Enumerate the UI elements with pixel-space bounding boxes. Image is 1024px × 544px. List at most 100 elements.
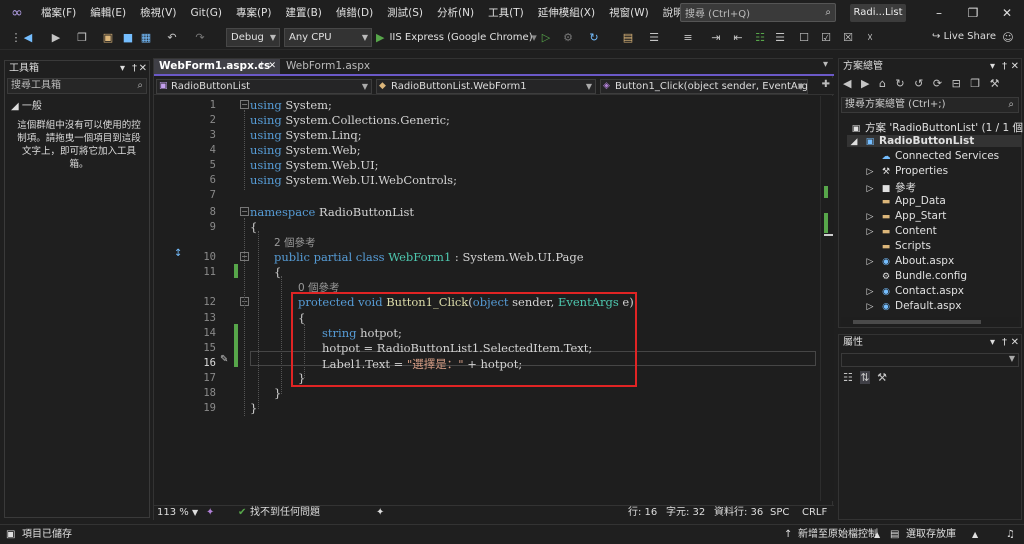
code-line-8[interactable]: namespace RadioButtonList: [250, 205, 414, 219]
restore-icon[interactable]: ❐: [956, 0, 990, 26]
refresh-icon[interactable]: ⟳: [933, 77, 942, 90]
show-all-icon[interactable]: ❐: [970, 77, 980, 90]
tab-webform1-aspx[interactable]: WebForm1.aspx: [281, 59, 375, 74]
code-line-5[interactable]: using System.Web.UI;: [250, 158, 379, 172]
pin-icon[interactable]: †: [1002, 335, 1007, 351]
editor-scrollbar[interactable]: [820, 96, 834, 501]
bookmark-next-icon[interactable]: ☒: [840, 30, 856, 46]
code-line-11[interactable]: {: [274, 265, 281, 279]
cleanup-icon[interactable]: ✦: [376, 506, 384, 520]
panel-menu-icon[interactable]: ▾: [990, 335, 995, 351]
menu-file[interactable]: 檔案(F): [34, 0, 83, 26]
code-line-9[interactable]: {: [250, 220, 257, 234]
clear-bookmark-icon[interactable]: ☓: [862, 30, 878, 46]
properties-object-select[interactable]: ▼: [841, 353, 1019, 367]
chevron-down-icon[interactable]: ▼: [192, 506, 198, 520]
collapse-all-icon[interactable]: ⊟: [952, 77, 961, 90]
tab-webform1-cs[interactable]: WebForm1.aspx.cs † ✕: [154, 59, 280, 74]
code-line-2[interactable]: using System.Collections.Generic;: [250, 113, 450, 127]
comment-icon[interactable]: ≡: [680, 30, 696, 46]
forward-icon[interactable]: ▶: [861, 77, 869, 90]
add-source-control-button[interactable]: 新增至原始檔控制: [798, 525, 878, 544]
line-ending-mode[interactable]: CRLF: [802, 506, 827, 520]
home-icon[interactable]: ⌂: [879, 77, 886, 90]
tab-list-icon[interactable]: ▾: [823, 59, 828, 70]
code-line-19[interactable]: }: [250, 401, 257, 415]
minimize-icon[interactable]: –: [922, 0, 956, 26]
tree-item[interactable]: ▷ ■ 參考: [863, 180, 916, 195]
toolbox-search-input[interactable]: 搜尋工具箱 ⌕: [7, 78, 147, 94]
folder-icon[interactable]: ▤: [620, 30, 636, 46]
pin-icon[interactable]: †: [132, 61, 137, 77]
chevron-up-icon[interactable]: ▲: [972, 525, 978, 544]
back-icon[interactable]: ◀: [20, 30, 36, 46]
scrollbar-thumb[interactable]: [853, 320, 981, 324]
code-line-6[interactable]: using System.Web.UI.WebControls;: [250, 173, 457, 187]
arrow-up-icon[interactable]: ↑: [784, 525, 792, 544]
tree-item[interactable]: ▷ ▬ App_Start: [863, 210, 947, 222]
config-select[interactable]: Debug ▼: [226, 28, 280, 47]
class-nav-select[interactable]: ◆ RadioButtonList.WebForm1 ▼: [376, 79, 596, 94]
panel-menu-icon[interactable]: ▾: [990, 59, 995, 75]
platform-select[interactable]: Any CPU ▼: [284, 28, 372, 47]
undo-icon[interactable]: ↶: [164, 30, 180, 46]
code-line-3[interactable]: using System.Linq;: [250, 128, 362, 142]
bookmark-icon[interactable]: ☐: [796, 30, 812, 46]
save-all-icon[interactable]: ▦: [138, 30, 154, 46]
tree-item[interactable]: ▷ ◉ About.aspx: [863, 255, 955, 267]
menu-edit[interactable]: 編輯(E): [83, 0, 133, 26]
menu-view[interactable]: 檢視(V): [133, 0, 183, 26]
panel-menu-icon[interactable]: ▾: [120, 61, 125, 77]
pin-icon[interactable]: †: [1002, 59, 1007, 75]
project-nav-select[interactable]: ▣ RadioButtonList ▼: [156, 79, 372, 94]
tree-item[interactable]: ▷ ▬ Content: [863, 225, 937, 237]
close-panel-icon[interactable]: ✕: [1011, 335, 1019, 351]
solution-node[interactable]: ▣ 方案 'RadioButtonList' (1 / 1 個: [849, 120, 1023, 135]
menu-test[interactable]: 測試(S): [380, 0, 430, 26]
menu-tools[interactable]: 工具(T): [481, 0, 531, 26]
menu-git[interactable]: Git(G): [183, 0, 229, 26]
code-line-4[interactable]: using System.Web;: [250, 143, 361, 157]
search-input[interactable]: 搜尋 (Ctrl+Q) ⌕: [680, 3, 836, 22]
menu-debug[interactable]: 偵錯(D): [329, 0, 380, 26]
collapse-icon[interactable]: −: [240, 100, 249, 109]
class-references-link[interactable]: 2 個參考: [274, 235, 316, 250]
pending-changes-icon[interactable]: ↺: [914, 77, 923, 90]
list-icon[interactable]: ☷: [752, 30, 768, 46]
override-marker-icon[interactable]: ↕: [174, 248, 182, 259]
close-icon[interactable]: ✕: [990, 0, 1024, 26]
project-node[interactable]: ◢ ▣ RadioButtonList: [847, 135, 1021, 147]
notifications-icon[interactable]: ♫: [1006, 525, 1015, 544]
menu-analyze[interactable]: 分析(N): [430, 0, 481, 26]
toolbox-group[interactable]: ◢ 一般: [11, 97, 42, 112]
live-share-button[interactable]: ↪ Live Share: [932, 28, 996, 46]
lines-icon[interactable]: ☰: [772, 30, 788, 46]
run-button[interactable]: ▶ IIS Express (Google Chrome): [376, 28, 533, 47]
tree-item[interactable]: ▷ ◉ Contact.aspx: [863, 285, 964, 297]
select-repo-button[interactable]: 選取存放庫: [906, 525, 956, 544]
new-project-icon[interactable]: ❐: [74, 30, 90, 46]
menu-window[interactable]: 視窗(W): [602, 0, 656, 26]
tree-item[interactable]: ⚙ Bundle.config: [879, 270, 967, 282]
split-icon[interactable]: ✚: [822, 79, 830, 90]
code-line-10[interactable]: public partial class WebForm1 : System.W…: [274, 250, 584, 264]
menu-build[interactable]: 建置(B): [278, 0, 328, 26]
wrench-icon[interactable]: ⚒: [990, 77, 1000, 90]
chevron-up-icon[interactable]: ▲: [874, 525, 880, 544]
issues-status[interactable]: 找不到任何問題: [250, 506, 320, 520]
horizontal-scrollbar[interactable]: [841, 317, 1019, 327]
pin-icon[interactable]: †: [260, 59, 265, 74]
sync-icon[interactable]: ↻: [895, 77, 904, 90]
tree-item[interactable]: ▷ ⚒ Properties: [863, 165, 949, 177]
attach-icon[interactable]: ⚙: [560, 30, 576, 46]
member-nav-select[interactable]: ◈ Button1_Click(object sender, EventArgs…: [600, 79, 808, 94]
close-icon[interactable]: ✕: [268, 59, 276, 74]
code-line-18[interactable]: }: [274, 386, 281, 400]
copilot-icon[interactable]: ✦: [206, 506, 214, 520]
code-line-1[interactable]: using System;: [250, 98, 332, 112]
tree-item[interactable]: ▷ ◉ Default.aspx: [863, 300, 962, 312]
zoom-level[interactable]: 113 %: [157, 506, 189, 520]
quick-action-icon[interactable]: ✎: [220, 354, 228, 365]
redo-icon[interactable]: ↷: [192, 30, 208, 46]
indent-icon[interactable]: ⇥: [708, 30, 724, 46]
